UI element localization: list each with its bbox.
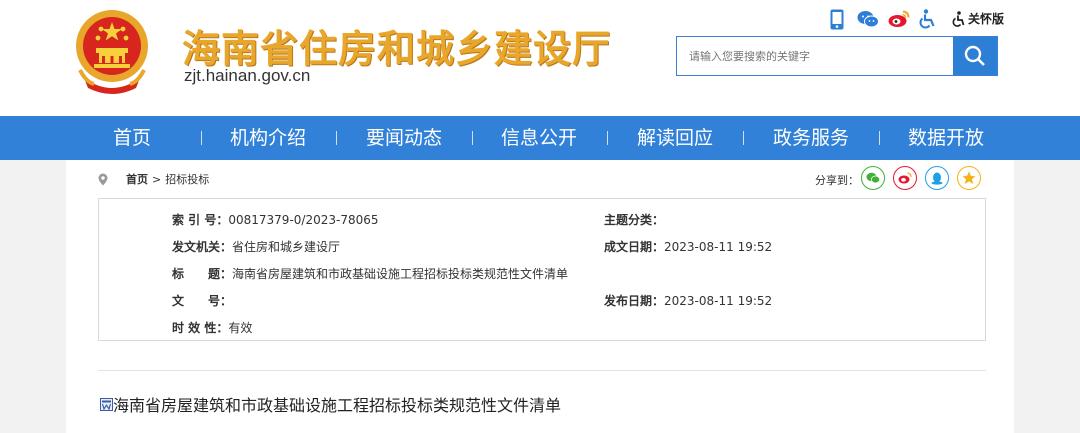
meta-validity-value: 有效 [228,321,253,335]
meta-subject-row: 主题分类： [604,211,664,228]
meta-index-label: 索 引 号： [172,213,229,227]
search-icon [964,45,985,66]
meta-validity-label: 时 效 性： [172,321,229,335]
breadcrumb: 首页 > 招标投标 [98,171,209,187]
care-mode-label: 关怀版 [968,12,1005,26]
meta-subject-label: 主题分类： [604,213,665,227]
share-qzone-button[interactable] [957,166,981,190]
wechat-icon[interactable] [857,8,879,30]
qzone-icon [962,171,976,184]
qq-icon [931,172,943,185]
meta-docno-label: 文 号： [172,294,233,308]
nav-item-home[interactable]: 首页 [113,116,151,160]
care-mode-button[interactable]: 关怀版 [950,10,1004,27]
search-button[interactable] [953,37,997,75]
mobile-icon[interactable] [830,8,844,30]
meta-created-label: 成文日期： [604,240,665,254]
breadcrumb-current[interactable]: 招标投标 [165,171,209,187]
nav-separator [879,131,880,145]
meta-created-value: 2023-08-11 19:52 [664,240,773,254]
search-input[interactable] [677,37,953,75]
search-box [676,36,998,76]
national-emblem-logo[interactable] [74,8,150,94]
share-weibo-button[interactable] [893,166,917,190]
location-pin-icon [98,173,108,185]
nav-separator [201,131,202,145]
meta-validity-row: 时 效 性：有效 [172,319,252,336]
breadcrumb-home[interactable]: 首页 [126,171,148,187]
document-title: 海南省房屋建筑和市政基础设施工程招标投标类规范性文件清单 [113,396,562,415]
meta-docno-row: 文 号： [172,292,232,309]
meta-published-label: 发布日期： [604,294,665,308]
site-url: zjt.hainan.gov.cn [184,66,311,85]
nav-item-services[interactable]: 政务服务 [773,116,849,160]
nav-item-disclosure[interactable]: 信息公开 [501,116,577,160]
meta-created-row: 成文日期：2023-08-11 19:52 [604,238,772,255]
meta-title-label: 标 题： [172,267,233,281]
meta-published-row: 发布日期：2023-08-11 19:52 [604,292,772,309]
share-qq-button[interactable] [925,166,949,190]
share-wechat-button[interactable] [861,166,885,190]
meta-index-row: 索 引 号：00817379-0/2023-78065 [172,211,379,228]
meta-index-value: 00817379-0/2023-78065 [228,213,379,227]
weibo-icon [898,172,912,184]
accessibility-icon[interactable] [918,8,936,30]
site-title[interactable]: 海南省住房和城乡建设厅 [182,18,611,73]
meta-title-value: 海南省房屋建筑和市政基础设施工程招标投标类规范性文件清单 [232,267,569,281]
wechat-icon [866,172,880,184]
word-document-icon [100,397,113,411]
meta-published-value: 2023-08-11 19:52 [664,294,773,308]
meta-issuer-row: 发文机关：省住房和城乡建设厅 [172,238,340,255]
meta-issuer-label: 发文机关： [172,240,233,254]
nav-separator [743,131,744,145]
care-mode-icon [952,10,965,27]
meta-issuer-value: 省住房和城乡建设厅 [232,240,341,254]
share-label: 分享到： [815,174,859,187]
breadcrumb-separator: > [152,172,162,186]
nav-separator [607,131,608,145]
weibo-icon[interactable] [888,8,910,30]
nav-item-news[interactable]: 要闻动态 [366,116,442,160]
nav-separator [472,131,473,145]
content-divider [98,370,986,371]
document-title-link[interactable]: 海南省房屋建筑和市政基础设施工程招标投标类规范性文件清单 [100,392,561,416]
meta-title-row: 标 题：海南省房屋建筑和市政基础设施工程招标投标类规范性文件清单 [172,265,568,282]
main-nav: 首页 机构介绍 要闻动态 信息公开 解读回应 政务服务 数据开放 [0,116,1080,160]
nav-item-about[interactable]: 机构介绍 [230,116,306,160]
nav-item-open-data[interactable]: 数据开放 [908,116,984,160]
nav-separator [336,131,337,145]
nav-item-interpretation[interactable]: 解读回应 [637,116,713,160]
site-header: 海南省住房和城乡建设厅 zjt.hainan.gov.cn 关怀版 [0,0,1080,116]
